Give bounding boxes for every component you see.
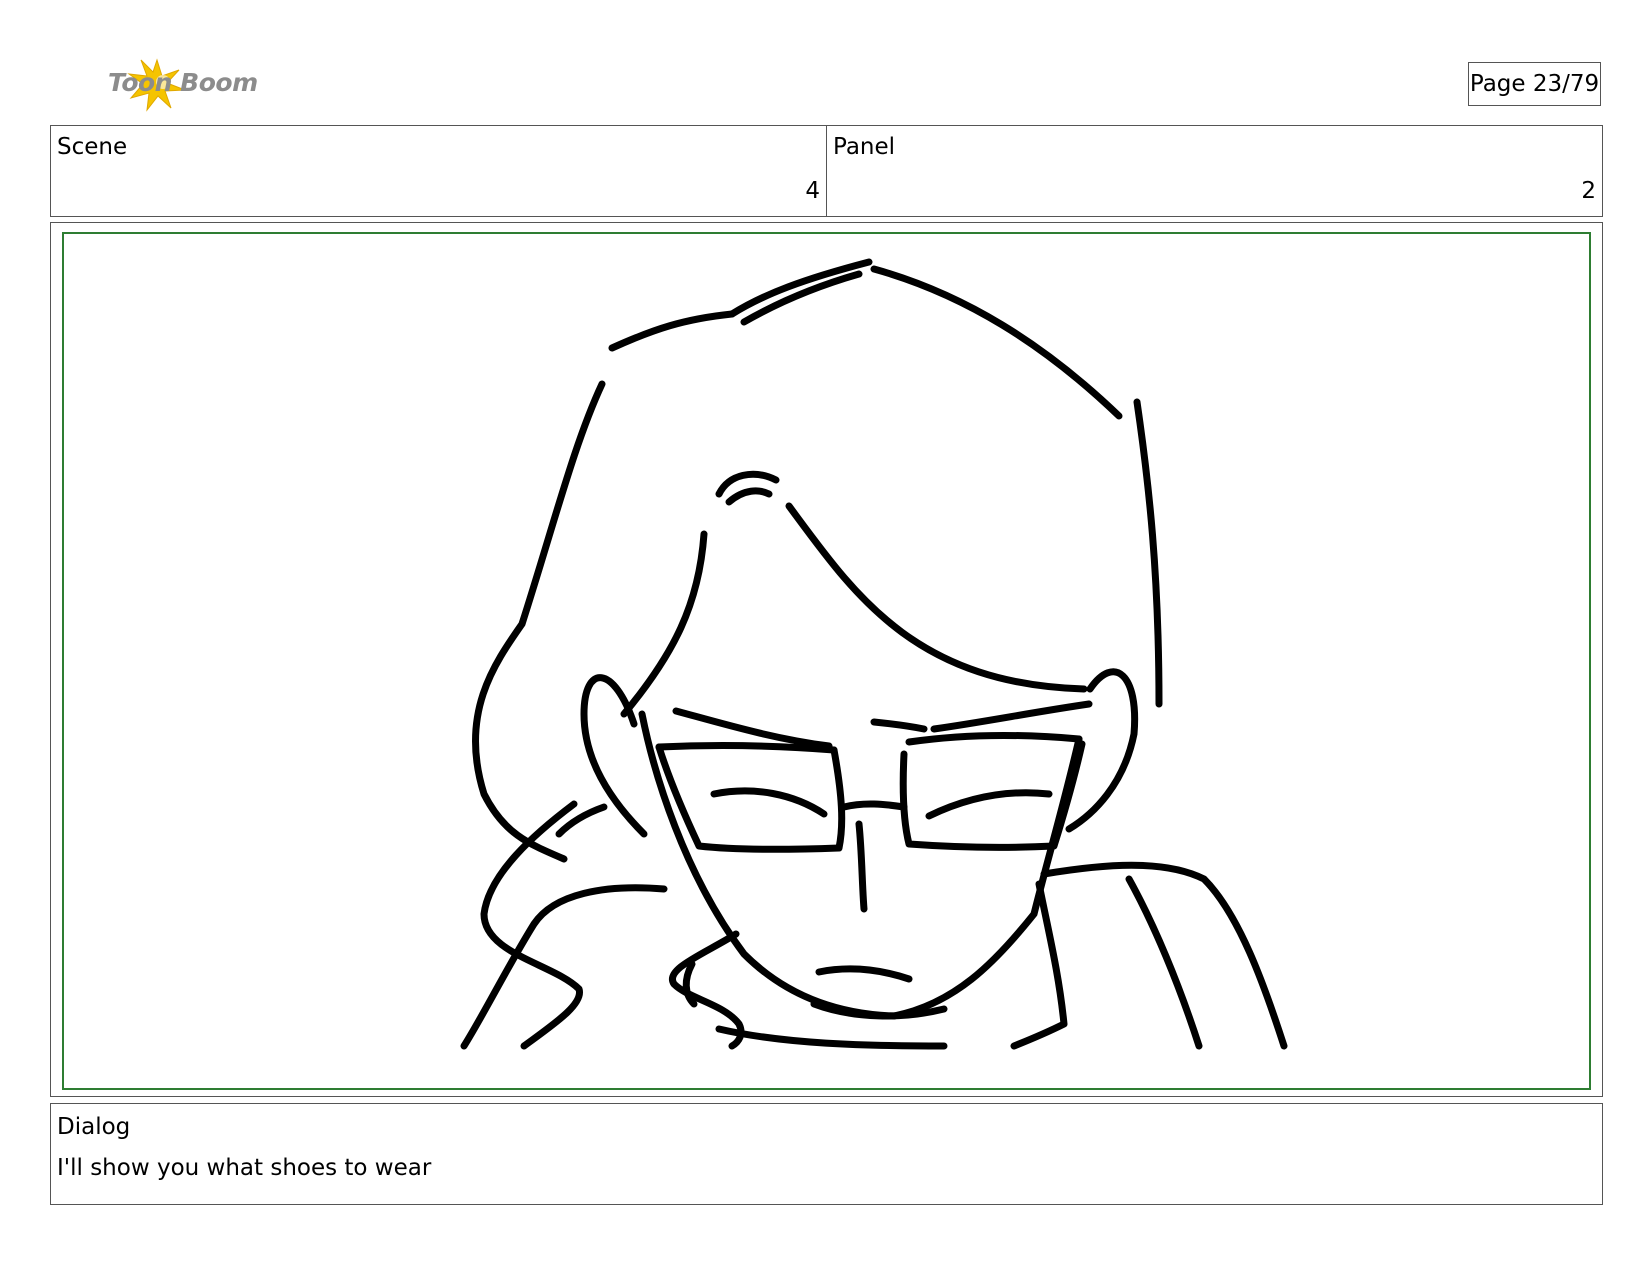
scene-value: 4 bbox=[805, 178, 820, 204]
sketch-glasses-bridge bbox=[840, 800, 908, 811]
sketch-hair-right-outline bbox=[870, 265, 1123, 420]
sketch-hair-top bbox=[608, 310, 736, 352]
sketch-brow-left bbox=[672, 707, 833, 750]
panel-value: 2 bbox=[1581, 178, 1596, 204]
sketch-collar-left bbox=[460, 884, 668, 1050]
sketch-hair-left-outline bbox=[472, 380, 606, 863]
sketch-nose bbox=[855, 820, 868, 913]
sketch-bang-curl-2 bbox=[725, 487, 773, 506]
sketch-bangs-right bbox=[785, 502, 1088, 693]
sketch-hair-top-2 bbox=[728, 258, 873, 318]
dialog-text: I'll show you what shoes to wear bbox=[57, 1155, 432, 1181]
sketch-glasses-left-lens bbox=[655, 743, 846, 853]
sketch-brow-right-2 bbox=[930, 700, 1093, 733]
sketch-bangs-left bbox=[620, 530, 708, 718]
logo-text: Toon Boom bbox=[108, 68, 258, 97]
storyboard-frame bbox=[62, 232, 1591, 1090]
sketch-face-right bbox=[890, 735, 1083, 1020]
scene-panel-row: Scene 4 Panel 2 bbox=[50, 125, 1603, 217]
sketch-collar-bottom bbox=[715, 1025, 948, 1050]
panel-label: Panel bbox=[833, 134, 896, 160]
sketch-brow-right bbox=[870, 718, 928, 733]
sketch-shoulder-line bbox=[1125, 875, 1203, 1050]
sketch-glasses-left-top bbox=[655, 742, 838, 754]
sketch-eye-left bbox=[710, 787, 828, 818]
scene-label: Scene bbox=[57, 134, 128, 160]
page-indicator: Page 23/79 bbox=[1468, 62, 1601, 106]
sketch-glasses-right-top bbox=[905, 732, 1083, 746]
sketch-scarf-fold-2 bbox=[682, 960, 698, 1008]
sketch-mouth bbox=[815, 965, 913, 983]
storyboard-panel bbox=[50, 222, 1603, 1097]
sketch-eye-right bbox=[925, 789, 1053, 820]
panel-cell: Panel 2 bbox=[826, 126, 1602, 216]
dialog-box: Dialog I'll show you what shoes to wear bbox=[50, 1103, 1603, 1205]
dialog-label: Dialog bbox=[57, 1114, 131, 1140]
scene-cell: Scene 4 bbox=[51, 126, 826, 216]
storyboard-sketch bbox=[460, 258, 1288, 1050]
sketch-hair-right-side bbox=[1133, 398, 1163, 708]
